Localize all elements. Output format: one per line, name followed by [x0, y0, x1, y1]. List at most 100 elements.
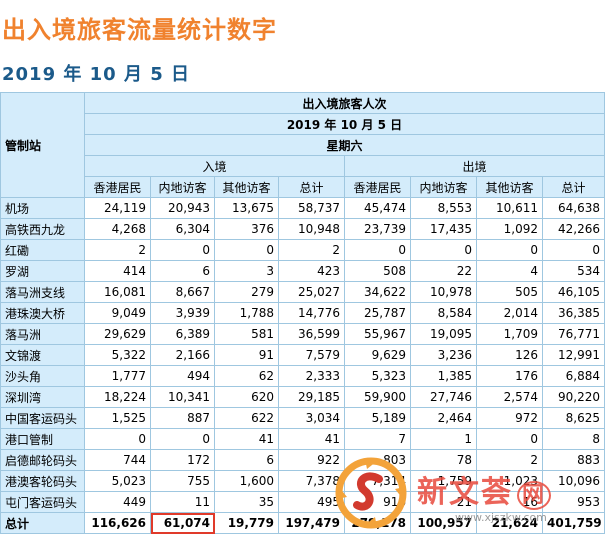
table-row: 罗湖 414 6 3 423 508 22 4 534: [0, 260, 606, 282]
station-name: 高铁西九龙: [0, 218, 85, 240]
table-row: 启德邮轮码头 744 172 6 922 803 78 2 883: [0, 449, 606, 471]
table-cell: 1,385: [410, 365, 477, 387]
table-cell: 6: [150, 260, 215, 282]
table-cell: 9,629: [344, 344, 411, 366]
table-cell: 64,638: [541, 197, 606, 219]
table-row: 红磡 2 0 0 2 0 0 0 0: [0, 239, 606, 261]
table-cell: 5,023: [84, 470, 151, 492]
table-cell: 22: [410, 260, 477, 282]
page-title: 出入境旅客流量统计数字: [2, 16, 277, 44]
table-cell: 6,884: [541, 365, 606, 387]
table-cell: 8: [541, 428, 606, 450]
table-cell: 55,967: [344, 323, 411, 345]
table-cell: 1,525: [84, 407, 151, 429]
column-header: 内地访客: [410, 176, 477, 198]
table-row: 中国客运码头 1,525 887 622 3,034 5,189 2,464 972 8,625: [0, 407, 606, 429]
table-cell: 16,081: [84, 281, 151, 303]
table-cell: 4,268: [84, 218, 151, 240]
table-cell: 23,739: [344, 218, 411, 240]
total-row: 总计 116,626 61,074 19,779 197,479 279,178 100,9…: [0, 512, 606, 534]
table-cell: 6,304: [150, 218, 215, 240]
table-cell: 0: [150, 428, 215, 450]
table-cell: 1,709: [476, 323, 543, 345]
table-cell: 6: [214, 449, 279, 471]
station-name: 启德邮轮码头: [0, 449, 85, 471]
station-name: 落马洲: [0, 323, 85, 345]
table-cell: 41: [214, 428, 279, 450]
table-cell: 36,385: [541, 302, 606, 324]
table-cell: 20,943: [150, 197, 215, 219]
table-row: 港口管制 0 0 41 41 7 1 0 8: [0, 428, 606, 450]
column-header: 总计: [541, 176, 606, 198]
table-cell: 3: [214, 260, 279, 282]
table-cell: 45,474: [344, 197, 411, 219]
table-cell: 42,266: [541, 218, 606, 240]
table-cell: 7,378: [278, 470, 345, 492]
table-cell: 972: [476, 407, 543, 429]
table-cell: 2,166: [150, 344, 215, 366]
table-cell: 5,323: [344, 365, 411, 387]
table-cell: 2,333: [278, 365, 345, 387]
table-row: 落马洲 29,629 6,389 581 36,599 55,967 19,095 1,709…: [0, 323, 606, 345]
table-cell: 3,939: [150, 302, 215, 324]
table-row: 沙头角 1,777 494 62 2,333 5,323 1,385 176 6,884: [0, 365, 606, 387]
table-cell: 505: [476, 281, 543, 303]
table-cell: 0: [476, 428, 543, 450]
station-name: 中国客运码头: [0, 407, 85, 429]
table-cell: 58,737: [278, 197, 345, 219]
table-cell: 21,624: [476, 512, 543, 534]
table-cell: 16: [476, 491, 543, 513]
table-cell: 5,322: [84, 344, 151, 366]
table-cell: 744: [84, 449, 151, 471]
group-departure: 出境: [343, 155, 606, 177]
table-cell: 916: [344, 491, 411, 513]
table-cell: 0: [541, 239, 606, 261]
table-cell: 1,777: [84, 365, 151, 387]
passenger-table: 管制站 出入境旅客人次 2019 年 10 月 5 日 星期六 入境 出境 香港…: [0, 92, 606, 534]
table-cell: 7,314: [344, 470, 411, 492]
table-cell: 2: [84, 239, 151, 261]
table-cell: 46,105: [541, 281, 606, 303]
table-cell: 755: [150, 470, 215, 492]
table-cell: 10,611: [476, 197, 543, 219]
table-cell: 1,759: [410, 470, 477, 492]
table-cell: 8,667: [150, 281, 215, 303]
table-cell: 13,675: [214, 197, 279, 219]
table-cell: 2,014: [476, 302, 543, 324]
table-cell: 620: [214, 386, 279, 408]
table-cell: 534: [541, 260, 606, 282]
table-cell: 495: [278, 491, 345, 513]
table-cell: 62: [214, 365, 279, 387]
table-cell: 10,341: [150, 386, 215, 408]
column-header: 香港居民: [344, 176, 411, 198]
table-cell: 10,096: [541, 470, 606, 492]
table-cell: 1,092: [476, 218, 543, 240]
table-cell: 581: [214, 323, 279, 345]
table-cell: 27,746: [410, 386, 477, 408]
table-cell: 887: [150, 407, 215, 429]
table-row: 港珠澳大桥 9,049 3,939 1,788 14,776 25,787 8,584 2,0…: [0, 302, 606, 324]
table-cell: 90,220: [541, 386, 606, 408]
table-cell: 449: [84, 491, 151, 513]
table-cell: 5,189: [344, 407, 411, 429]
table-cell: 25,027: [278, 281, 345, 303]
table-cell: 24,119: [84, 197, 151, 219]
column-header: 总计: [278, 176, 345, 198]
table-cell: 1,788: [214, 302, 279, 324]
table-cell: 17,435: [410, 218, 477, 240]
table-cell: 1: [410, 428, 477, 450]
table-cell: 12,991: [541, 344, 606, 366]
table-cell: 36,599: [278, 323, 345, 345]
table-cell: 0: [344, 239, 411, 261]
table-cell: 76,771: [541, 323, 606, 345]
station-name: 深圳湾: [0, 386, 85, 408]
station-name: 红磡: [0, 239, 85, 261]
station-name: 港珠澳大桥: [0, 302, 85, 324]
station-name: 罗湖: [0, 260, 85, 282]
table-cell: 10,978: [410, 281, 477, 303]
table-cell: 59,900: [344, 386, 411, 408]
station-name: 屯门客运码头: [0, 491, 85, 513]
table-cell: 19,779: [214, 512, 279, 534]
column-header: 香港居民: [84, 176, 151, 198]
table-cell: 21: [410, 491, 477, 513]
